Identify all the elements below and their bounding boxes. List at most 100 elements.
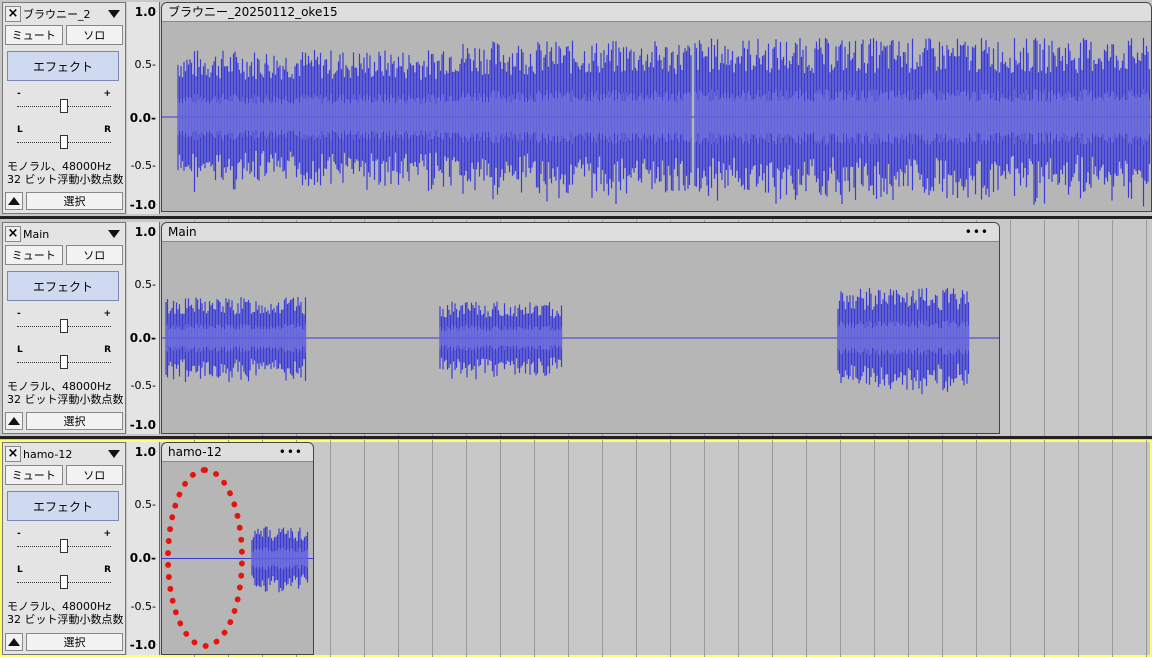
select-row: 選択 [5, 192, 123, 210]
pan-slider[interactable]: L R [17, 125, 111, 149]
gain-slider[interactable]: - + [17, 309, 111, 333]
track-name-row: × ブラウニー_2 [5, 5, 123, 23]
track-format-info: モノラル、48000Hz 32 ビット浮動小数点数 [7, 600, 124, 626]
clip-title-text: hamo-12 [168, 445, 222, 459]
collapse-button[interactable] [5, 192, 23, 210]
clip-title[interactable]: hamo-12 ••• [162, 443, 313, 462]
mute-solo-row: ミュート ソロ [5, 245, 123, 265]
close-icon[interactable]: × [5, 226, 21, 242]
solo-button[interactable]: ソロ [65, 245, 123, 265]
track-control-panel: × hamo-12 ミュート ソロ エフェクト - + L R モノラル、480… [2, 442, 126, 655]
pan-right-label: R [104, 125, 111, 135]
ruler-tick-label: 0.0- [129, 110, 156, 125]
track-control-panel: × ブラウニー_2 ミュート ソロ エフェクト - + L R モノラル、480… [2, 2, 126, 214]
vertical-ruler: 1.0 0.5- 0.0- -0.5- -1.0 [127, 442, 160, 655]
clip-menu-icon[interactable]: ••• [965, 223, 989, 241]
solo-button[interactable]: ソロ [65, 465, 123, 485]
pan-slider-thumb[interactable] [60, 575, 68, 589]
pan-slider-thumb[interactable] [60, 135, 68, 149]
ruler-tick-label: 1.0 [134, 224, 156, 239]
clip-title[interactable]: Main ••• [162, 223, 999, 242]
track-control-panel: × Main ミュート ソロ エフェクト - + L R モノラル、48000H… [2, 222, 126, 434]
ruler-tick-label: -0.5- [130, 159, 156, 173]
chevron-down-icon[interactable] [108, 450, 120, 458]
gain-slider-thumb[interactable] [60, 319, 68, 333]
pan-left-label: L [17, 345, 23, 355]
mute-button[interactable]: ミュート [5, 465, 63, 485]
track-1: × ブラウニー_2 ミュート ソロ エフェクト - + L R モノラル、480… [0, 0, 1152, 219]
gain-slider-thumb[interactable] [60, 99, 68, 113]
track-divider[interactable] [0, 216, 1152, 219]
waveform [162, 287, 999, 395]
track-name-menu[interactable]: hamo-12 [21, 448, 108, 461]
sample-format-text: 32 ビット浮動小数点数 [7, 173, 124, 186]
waveform-area[interactable]: hamo-12 ••• [161, 440, 1152, 657]
ruler-tick-label: -1.0 [129, 638, 156, 653]
collapse-button[interactable] [5, 412, 23, 430]
vertical-ruler: 1.0 0.5- 0.0- -0.5- -1.0 [127, 2, 160, 214]
select-button[interactable]: 選択 [26, 412, 123, 430]
sample-rate-text: モノラル、48000Hz [7, 380, 112, 393]
pan-right-label: R [104, 565, 111, 575]
pan-slider[interactable]: L R [17, 565, 111, 589]
select-row: 選択 [5, 633, 123, 651]
sample-rate-text: モノラル、48000Hz [7, 160, 112, 173]
triangle-up-icon [8, 417, 20, 425]
mute-button[interactable]: ミュート [5, 245, 63, 265]
triangle-up-icon [8, 638, 20, 646]
pan-slider-thumb[interactable] [60, 355, 68, 369]
ruler-tick-label: 0.5- [134, 497, 156, 511]
mute-solo-row: ミュート ソロ [5, 25, 123, 45]
close-icon[interactable]: × [5, 6, 21, 22]
gain-minus-label: - [17, 89, 21, 99]
vertical-ruler: 1.0 0.5- 0.0- -0.5- -1.0 [127, 222, 160, 434]
waveform-area[interactable]: Main ••• [161, 220, 1152, 436]
audio-clip[interactable]: Main ••• [161, 222, 1000, 434]
waveform-area[interactable]: ブラウニー_20250112_oke15 [161, 0, 1152, 216]
select-button[interactable]: 選択 [26, 192, 123, 210]
select-row: 選択 [5, 412, 123, 430]
gain-slider[interactable]: - + [17, 89, 111, 113]
ruler-tick-label: 1.0 [134, 444, 156, 459]
effects-button[interactable]: エフェクト [7, 491, 119, 521]
track-format-info: モノラル、48000Hz 32 ビット浮動小数点数 [7, 160, 124, 186]
chevron-down-icon[interactable] [108, 230, 120, 238]
ruler-tick-label: 0.0- [129, 330, 156, 345]
ruler-tick-label: 0.0- [129, 551, 156, 566]
chevron-down-icon[interactable] [108, 10, 120, 18]
mute-button[interactable]: ミュート [5, 25, 63, 45]
track-divider[interactable] [0, 436, 1152, 439]
sample-rate-text: モノラル、48000Hz [7, 600, 112, 613]
ruler-tick-label: -1.0 [129, 197, 156, 212]
ruler-tick-label: -1.0 [129, 417, 156, 432]
triangle-up-icon [8, 197, 20, 205]
audio-clip[interactable]: ブラウニー_20250112_oke15 [161, 2, 1152, 212]
clip-title[interactable]: ブラウニー_20250112_oke15 [162, 3, 1151, 22]
track-name-menu[interactable]: Main [21, 228, 108, 241]
sample-format-text: 32 ビット浮動小数点数 [7, 393, 124, 406]
sample-format-text: 32 ビット浮動小数点数 [7, 613, 124, 626]
ruler-tick-label: 0.5- [134, 57, 156, 71]
clip-menu-icon[interactable]: ••• [279, 443, 303, 461]
collapse-button[interactable] [5, 633, 23, 651]
close-icon[interactable]: × [5, 446, 21, 462]
gain-plus-label: + [103, 309, 111, 319]
gain-minus-label: - [17, 309, 21, 319]
solo-button[interactable]: ソロ [65, 25, 123, 45]
waveform [162, 37, 1151, 207]
gain-slider-thumb[interactable] [60, 539, 68, 553]
effects-button[interactable]: エフェクト [7, 51, 119, 81]
ruler-tick-label: -0.5- [130, 600, 156, 614]
track-2: × Main ミュート ソロ エフェクト - + L R モノラル、48000H… [0, 220, 1152, 439]
gain-minus-label: - [17, 529, 21, 539]
effects-button[interactable]: エフェクト [7, 271, 119, 301]
track-format-info: モノラル、48000Hz 32 ビット浮動小数点数 [7, 380, 124, 406]
track-name-menu[interactable]: ブラウニー_2 [21, 6, 108, 22]
pan-left-label: L [17, 125, 23, 135]
ruler-tick-label: 1.0 [134, 4, 156, 19]
gain-plus-label: + [103, 89, 111, 99]
select-button[interactable]: 選択 [26, 633, 123, 651]
pan-slider[interactable]: L R [17, 345, 111, 369]
gain-slider[interactable]: - + [17, 529, 111, 553]
pan-left-label: L [17, 565, 23, 575]
